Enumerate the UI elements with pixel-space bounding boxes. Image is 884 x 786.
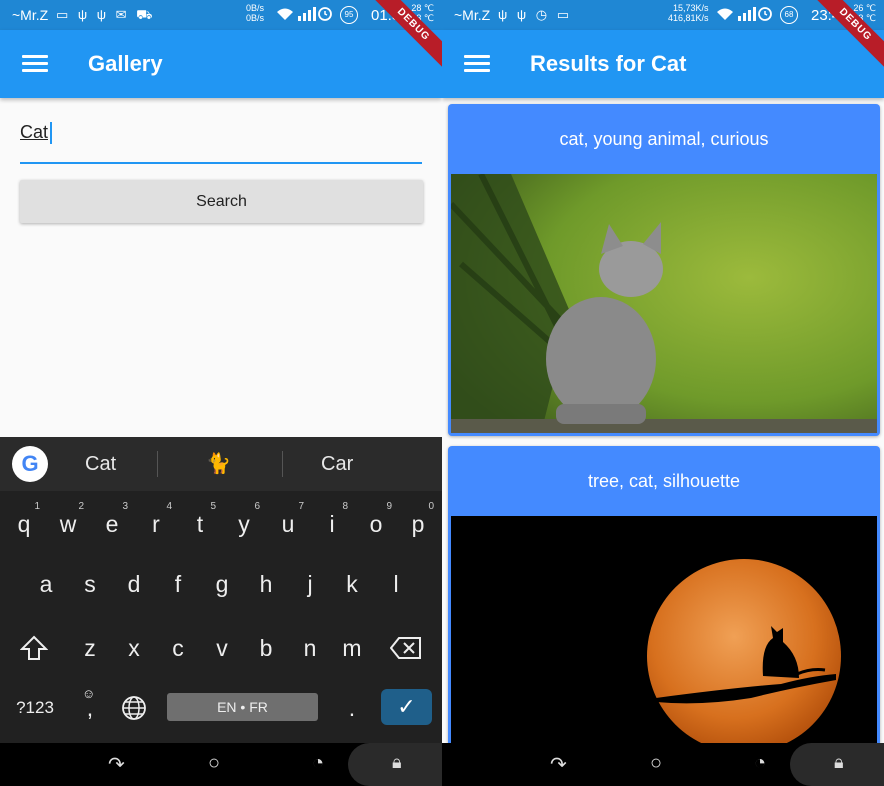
google-icon[interactable]: G: [12, 446, 48, 482]
done-key[interactable]: ✓: [381, 689, 432, 725]
search-button[interactable]: Search: [20, 180, 423, 223]
network-speed: 15,73K/s 416,81K/s: [668, 3, 709, 23]
network-speed: 0B/s 0B/s: [246, 3, 265, 23]
battery-icon: 68: [780, 6, 798, 24]
key-e[interactable]: e3: [90, 499, 134, 549]
key-p[interactable]: p0: [396, 499, 440, 549]
divider: [282, 451, 283, 477]
key-y[interactable]: y6: [222, 499, 266, 549]
emoji-comma-key[interactable]: ☺ ,: [68, 683, 112, 733]
suggestion-strip: G Cat 🐈 Car: [0, 437, 442, 491]
signal-icons: [716, 6, 772, 25]
key-r[interactable]: r4: [134, 499, 178, 549]
lock-button[interactable]: 🔒︎: [348, 743, 442, 786]
key-c[interactable]: c: [156, 623, 200, 673]
menu-icon[interactable]: [22, 55, 48, 73]
key-x[interactable]: x: [112, 623, 156, 673]
home-icon[interactable]: ○: [208, 752, 220, 775]
key-f[interactable]: f: [156, 559, 200, 609]
result-card[interactable]: tree, cat, silhouette: [448, 446, 880, 756]
text-cursor: [50, 122, 52, 144]
page-title: Results for Cat: [530, 51, 687, 76]
carrier-label: ~Mr.Z: [454, 7, 491, 23]
shift-icon: [19, 635, 49, 660]
signal-icons: [276, 6, 332, 25]
lock-icon: 🔒︎: [834, 752, 844, 772]
recents-icon[interactable]: ◔: [754, 752, 766, 775]
wifi-signal-icon: [277, 7, 332, 21]
emoji-icon: ☺: [82, 686, 96, 701]
search-input-value: Cat: [20, 122, 49, 142]
period-key[interactable]: .: [330, 683, 374, 733]
recents-icon[interactable]: ◔: [312, 752, 324, 775]
moon-cat-silhouette-photo: [451, 516, 877, 756]
system-nav-bar: ↷ ○ ◔ 🔒︎: [0, 743, 442, 786]
key-u[interactable]: u7: [266, 499, 310, 549]
result-card[interactable]: cat, young animal, curious: [448, 104, 880, 436]
backspace-icon: [389, 637, 421, 659]
key-h[interactable]: h: [244, 559, 288, 609]
debug-banner: DEBUG: [362, 0, 442, 80]
key-t[interactable]: t5: [178, 499, 222, 549]
checkmark-icon: ✓: [397, 694, 416, 719]
key-i[interactable]: i8: [310, 499, 354, 549]
home-icon[interactable]: ○: [650, 752, 662, 775]
result-caption: cat, young animal, curious: [559, 129, 769, 149]
notification-icons: ▭ ψ ψ ✉ ⛟: [56, 7, 156, 22]
carrier-label: ~Mr.Z: [12, 7, 49, 23]
debug-banner: DEBUG: [804, 0, 884, 80]
lock-icon: 🔒︎: [392, 752, 402, 772]
menu-icon[interactable]: [464, 55, 490, 73]
kitten-photo: [451, 174, 877, 433]
backspace-key[interactable]: [384, 623, 428, 673]
key-m[interactable]: m: [330, 623, 374, 673]
shift-key[interactable]: [12, 623, 56, 673]
lock-button[interactable]: 🔒︎: [790, 743, 884, 786]
globe-key[interactable]: [112, 683, 156, 733]
page-title: Gallery: [88, 51, 163, 76]
key-l[interactable]: l: [374, 559, 418, 609]
result-caption: tree, cat, silhouette: [587, 471, 741, 491]
key-v[interactable]: v: [200, 623, 244, 673]
symbols-key[interactable]: ?123: [12, 683, 58, 733]
key-o[interactable]: o9: [354, 499, 398, 549]
rotate-icon[interactable]: ↷: [108, 752, 125, 777]
divider: [157, 451, 158, 477]
key-b[interactable]: b: [244, 623, 288, 673]
globe-icon: [122, 696, 146, 720]
key-s[interactable]: s: [68, 559, 112, 609]
suggestion-cat[interactable]: Cat: [85, 453, 116, 476]
battery-icon: 95: [340, 6, 358, 24]
key-z[interactable]: z: [68, 623, 112, 673]
cat-emoji-suggestion[interactable]: 🐈: [206, 451, 231, 476]
key-n[interactable]: n: [288, 623, 332, 673]
rotate-icon[interactable]: ↷: [550, 752, 567, 777]
key-g[interactable]: g: [200, 559, 244, 609]
key-a[interactable]: a: [24, 559, 68, 609]
soft-keyboard: G Cat 🐈 Car q1 w2 e3 r4 t5 y6 u7 i8 o9 p…: [0, 437, 442, 743]
key-q[interactable]: q1: [2, 499, 46, 549]
right-screen: ~Mr.Z ψ ψ ◷ ▭ 15,73K/s 416,81K/s 68 23:4…: [442, 0, 884, 786]
key-d[interactable]: d: [112, 559, 156, 609]
space-bar[interactable]: EN • FR: [167, 693, 318, 721]
left-screen: ~Mr.Z ▭ ψ ψ ✉ ⛟ 0B/s 0B/s 95 01:3 28 ℃ 3…: [0, 0, 442, 786]
notification-icons: ψ ψ ◷ ▭: [498, 7, 572, 22]
key-w[interactable]: w2: [46, 499, 90, 549]
system-nav-bar: ↷ ○ ◔ 🔒︎: [442, 743, 884, 786]
suggestion-car[interactable]: Car: [321, 453, 353, 476]
wifi-signal-icon: [717, 7, 772, 21]
search-input[interactable]: Cat: [20, 114, 422, 164]
key-k[interactable]: k: [330, 559, 374, 609]
key-j[interactable]: j: [288, 559, 332, 609]
